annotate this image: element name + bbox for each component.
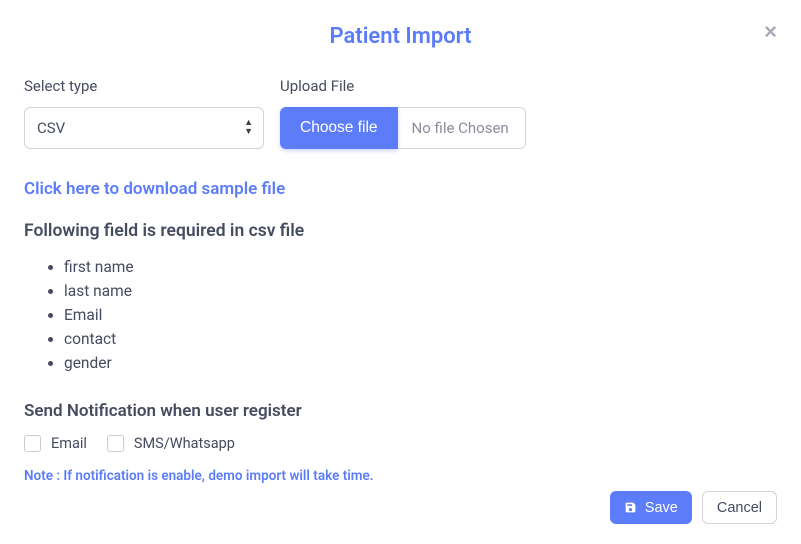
close-icon[interactable]: × bbox=[758, 20, 783, 44]
notification-heading: Send Notification when user register bbox=[24, 401, 777, 421]
save-icon bbox=[624, 501, 637, 514]
select-type-label: Select type bbox=[24, 77, 264, 95]
chevron-updown-icon: ▲▼ bbox=[244, 120, 253, 136]
note-text: Note : If notification is enable, demo i… bbox=[24, 468, 777, 484]
required-fields-heading: Following field is required in csv file bbox=[24, 221, 777, 241]
upload-file-label: Upload File bbox=[280, 77, 526, 95]
sms-checkbox-wrap: SMS/Whatsapp bbox=[107, 435, 235, 452]
sms-checkbox-label: SMS/Whatsapp bbox=[134, 435, 235, 452]
list-item: gender bbox=[64, 351, 777, 375]
file-chosen-text: No file Chosen bbox=[398, 107, 526, 149]
email-checkbox[interactable] bbox=[24, 435, 41, 452]
list-item: Email bbox=[64, 303, 777, 327]
list-item: last name bbox=[64, 279, 777, 303]
upload-wrap: Choose file No file Chosen bbox=[280, 107, 526, 149]
list-item: contact bbox=[64, 327, 777, 351]
required-fields-list: first name last name Email contact gende… bbox=[24, 255, 777, 375]
download-sample-link[interactable]: Click here to download sample file bbox=[24, 179, 777, 199]
patient-import-modal: × Patient Import Select type CSV ▲▼ Uplo… bbox=[0, 0, 801, 544]
notification-options: Email SMS/Whatsapp bbox=[24, 435, 777, 452]
upload-file-field: Upload File Choose file No file Chosen bbox=[280, 77, 526, 149]
form-row: Select type CSV ▲▼ Upload File Choose fi… bbox=[24, 77, 777, 149]
save-button-label: Save bbox=[645, 500, 678, 516]
sms-checkbox[interactable] bbox=[107, 435, 124, 452]
modal-title: Patient Import bbox=[24, 24, 777, 49]
choose-file-button[interactable]: Choose file bbox=[280, 107, 398, 149]
list-item: first name bbox=[64, 255, 777, 279]
modal-footer: Save Cancel bbox=[610, 491, 777, 524]
email-checkbox-label: Email bbox=[51, 435, 87, 452]
select-type-dropdown[interactable]: CSV ▲▼ bbox=[24, 107, 264, 149]
cancel-button[interactable]: Cancel bbox=[702, 491, 777, 524]
save-button[interactable]: Save bbox=[610, 491, 692, 524]
select-type-value: CSV bbox=[37, 119, 65, 137]
email-checkbox-wrap: Email bbox=[24, 435, 87, 452]
select-type-field: Select type CSV ▲▼ bbox=[24, 77, 264, 149]
